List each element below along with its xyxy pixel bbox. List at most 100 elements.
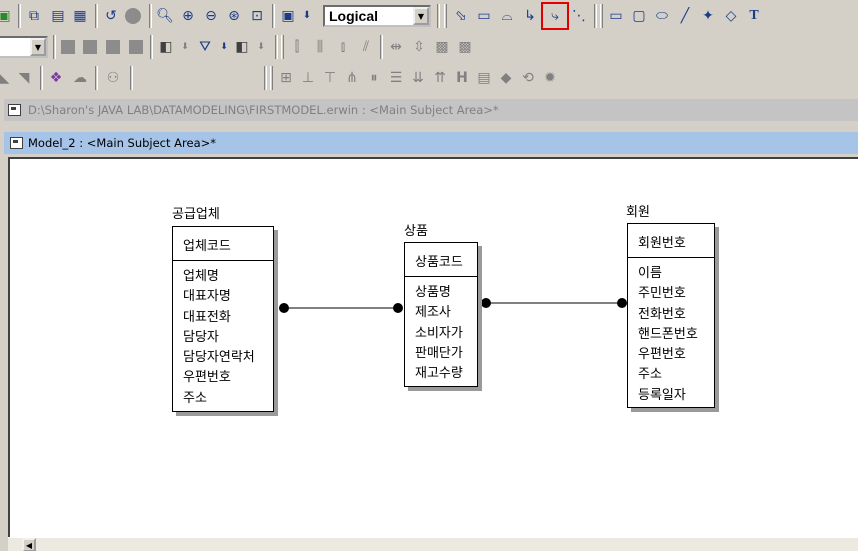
zoom-in-icon[interactable]: ⊕: [178, 6, 198, 26]
text-icon[interactable]: T: [744, 6, 764, 26]
layout-radial-icon[interactable]: ⋔: [342, 68, 362, 88]
zoom-full-icon[interactable]: ⊡: [247, 6, 267, 26]
undo-icon[interactable]: ↺: [101, 6, 121, 26]
palette-icon[interactable]: ❖: [46, 68, 66, 88]
font-select[interactable]: ▼: [0, 36, 48, 58]
forward-icon[interactable]: ◥: [14, 68, 34, 88]
relationship-endpoint-dot: [279, 303, 289, 313]
settings-icon[interactable]: ✹: [540, 68, 560, 88]
entity-product[interactable]: 상품코드 상품명 제조사 소비자가 판매단가 재고수량: [404, 242, 478, 387]
reverse-icon[interactable]: ◣: [0, 68, 14, 88]
window-icon: [10, 137, 23, 149]
horizontal-scrollbar[interactable]: ◀: [8, 537, 858, 551]
align-left-icon[interactable]: ⫿: [287, 37, 307, 57]
font-color-icon[interactable]: ◧: [232, 37, 252, 57]
non-identifying-rel-icon[interactable]: ⤷: [541, 2, 569, 30]
layout-org-icon[interactable]: ⊤: [320, 68, 340, 88]
circle-icon[interactable]: [123, 6, 143, 26]
entity-attribute: 담당자: [183, 329, 219, 345]
entity-attribute: 대표자명: [183, 289, 231, 305]
rounded-rect-icon[interactable]: ▢: [629, 6, 649, 26]
sort-down-icon[interactable]: ⇊: [408, 68, 428, 88]
view-mode-value: Logical: [329, 8, 379, 24]
same-size-icon[interactable]: ▩: [432, 37, 452, 57]
toolbar-row-2: ▼ ◧ ⬇ ⛛ ⬇ ◧ ⬇ ⫿ ⫼ ⫾ ⫽ ⇹ ⇳ ▩ ▩: [0, 31, 858, 62]
entity-attribute: 우편번호: [183, 370, 231, 386]
diagram-canvas[interactable]: 공급업체 업체코드 업체명 대표자명 대표전화 담당자 담당자연락처 우편번호 …: [8, 157, 858, 539]
new-subject-icon[interactable]: ⧉: [24, 6, 44, 26]
align-right-icon[interactable]: ⫾: [333, 37, 353, 57]
zoom-icon[interactable]: 🔍︎: [155, 6, 175, 26]
toolbar-grip[interactable]: [444, 4, 447, 28]
ellipse-icon[interactable]: ⬭: [652, 6, 672, 26]
refresh-icon[interactable]: ⟲: [518, 68, 538, 88]
model-icon[interactable]: ▣: [0, 6, 14, 26]
align-center-icon[interactable]: ⫼: [310, 37, 330, 57]
dropdown-arrow-icon[interactable]: ⬇: [251, 37, 271, 57]
chevron-down-icon[interactable]: ▼: [413, 7, 429, 25]
zoom-fit-icon[interactable]: ⊛: [224, 6, 244, 26]
bold-icon[interactable]: [58, 37, 78, 57]
fill-color-icon[interactable]: ◧: [156, 37, 176, 57]
line-icon[interactable]: ╱: [675, 6, 695, 26]
entity-icon[interactable]: ▭: [474, 6, 494, 26]
toolbar-grip[interactable]: [281, 35, 284, 59]
space-horizontal-icon[interactable]: ⇹: [386, 37, 406, 57]
entity-member[interactable]: 회원번호 이름 주민번호 전화번호 핸드폰번호 우편번호 주소 등록일자: [627, 223, 715, 408]
tag-icon[interactable]: ◇: [721, 6, 741, 26]
toolbar-grip[interactable]: [270, 66, 273, 90]
entity-attribute: 판매단가: [415, 345, 463, 361]
layout-h-icon[interactable]: H: [452, 68, 472, 88]
subject-area-icon[interactable]: ▤: [48, 6, 68, 26]
diamond-icon[interactable]: ◆: [496, 68, 516, 88]
entity-attributes: 상품명 제조사 소비자가 판매단가 재고수량: [405, 277, 477, 384]
identifying-rel-icon[interactable]: ↳: [520, 6, 540, 26]
line-color-icon[interactable]: ⛛: [195, 37, 215, 57]
entity-attribute: 재고수량: [415, 366, 463, 382]
relationship-endpoint-dot: [617, 298, 627, 308]
space-vertical-icon[interactable]: ⇳: [409, 37, 429, 57]
dropdown-arrow-icon[interactable]: ⬇: [214, 37, 234, 57]
entity-attribute: 업체명: [183, 269, 219, 284]
layout-columns-icon[interactable]: ⏸: [364, 68, 384, 88]
scroll-left-icon[interactable]: ◀: [22, 538, 36, 551]
strikeout-icon[interactable]: [126, 37, 146, 57]
dropdown-arrow-icon[interactable]: ⬇: [175, 37, 195, 57]
select-icon[interactable]: ⬂: [451, 6, 471, 26]
report-icon[interactable]: ▤: [474, 68, 494, 88]
view-icon[interactable]: ⌓: [497, 6, 517, 26]
rectangle-icon[interactable]: ▭: [606, 6, 626, 26]
entity-supplier[interactable]: 업체코드 업체명 대표자명 대표전화 담당자 담당자연락처 우편번호 주소: [172, 226, 274, 412]
toolbar-separator: [18, 4, 21, 28]
chevron-down-icon[interactable]: ▼: [30, 38, 46, 56]
underline-icon[interactable]: [103, 37, 123, 57]
layout-icon[interactable]: ▣: [278, 6, 298, 26]
same-width-icon[interactable]: ▩: [455, 37, 475, 57]
entity-attribute: 소비자가: [415, 325, 463, 341]
active-window-title: Model_2 : <Main Subject Area>*: [28, 136, 217, 150]
entity-attribute: 대표전화: [183, 309, 231, 325]
dropdown-arrow-icon[interactable]: ⬇: [297, 6, 317, 26]
toolbar-separator: [264, 66, 267, 90]
layout-rows-icon[interactable]: ☰: [386, 68, 406, 88]
view-mode-select[interactable]: Logical ▼: [323, 5, 431, 27]
align-top-icon[interactable]: ⫽: [356, 37, 376, 57]
layout-hierarchy-icon[interactable]: ⊞: [276, 68, 296, 88]
entity-attributes: 업체명 대표자명 대표전화 담당자 담당자연락처 우편번호 주소: [173, 261, 273, 409]
stored-display-icon[interactable]: ▦: [70, 6, 90, 26]
sort-up-icon[interactable]: ⇈: [430, 68, 450, 88]
toolbar-separator: [53, 35, 56, 59]
zoom-out-icon[interactable]: ⊖: [201, 6, 221, 26]
toolbar-separator: [272, 4, 275, 28]
toolbar-grip[interactable]: [600, 4, 603, 28]
background-window-titlebar[interactable]: D:\Sharon's JAVA LAB\DATAMODELING\FIRSTM…: [4, 99, 858, 121]
users-icon[interactable]: ⚇: [103, 68, 123, 88]
entity-primary-key: 회원번호: [628, 224, 714, 258]
italic-icon[interactable]: [80, 37, 100, 57]
layout-tree-icon[interactable]: ⊥: [298, 68, 318, 88]
group-icon[interactable]: ☁: [70, 68, 90, 88]
toolbar-row-1: ▣ ⧉ ▤ ▦ ↺ 🔍︎ ⊕ ⊖ ⊛ ⊡ ▣ ⬇ Logical ▼ ⬂ ▭ ⌓…: [0, 0, 858, 31]
active-window-titlebar[interactable]: Model_2 : <Main Subject Area>*: [4, 132, 858, 154]
link-icon[interactable]: ✦: [698, 6, 718, 26]
many-to-many-rel-icon[interactable]: ⋱: [569, 6, 589, 26]
